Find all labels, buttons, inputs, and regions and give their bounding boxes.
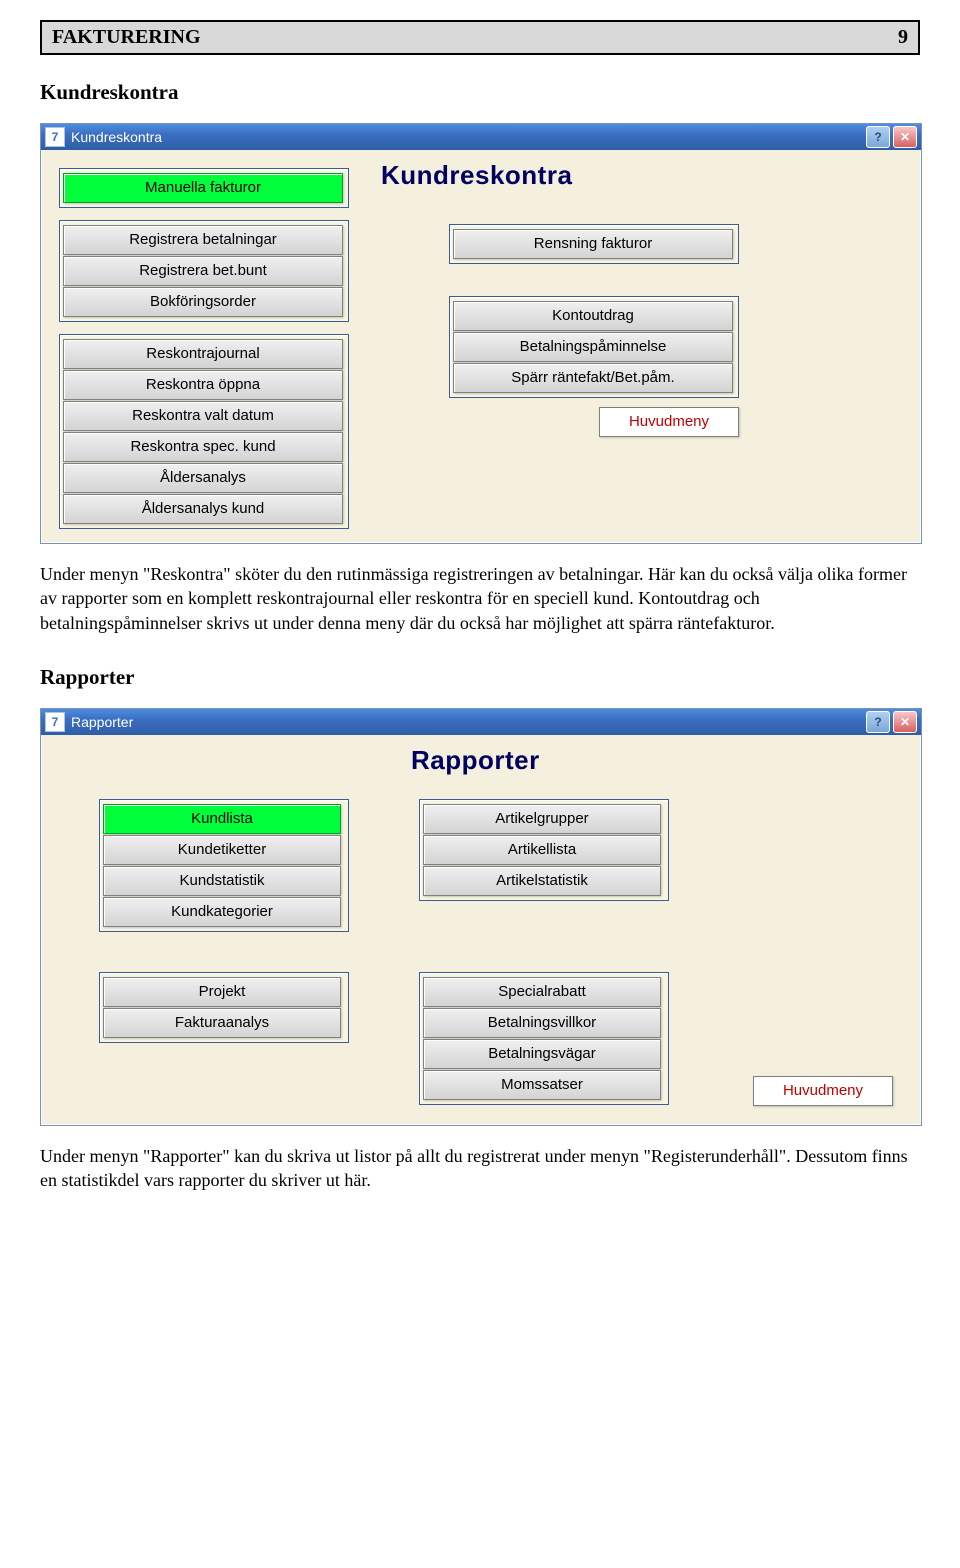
kontoutdrag-button[interactable]: Kontoutdrag (453, 301, 733, 331)
artikellista-button[interactable]: Artikellista (423, 835, 661, 865)
titlebar: 7 Rapporter ? ✕ (41, 709, 921, 735)
aldersanalys-kund-button[interactable]: Åldersanalys kund (63, 494, 343, 524)
window-heading: Kundreskontra (381, 160, 572, 191)
kundstatistik-button[interactable]: Kundstatistik (103, 866, 341, 896)
paragraph-rapporter: Under menyn "Rapporter" kan du skriva ut… (40, 1144, 920, 1193)
button-group-kund: Kundlista Kundetiketter Kundstatistik Ku… (99, 799, 349, 932)
specialrabatt-button[interactable]: Specialrabatt (423, 977, 661, 1007)
reskontrajournal-button[interactable]: Reskontrajournal (63, 339, 343, 369)
app-icon: 7 (45, 712, 65, 732)
button-group-top-right: Rensning fakturor (449, 224, 739, 264)
betalningspaminnelse-button[interactable]: Betalningspåminnelse (453, 332, 733, 362)
button-group-ovrigt: Specialrabatt Betalningsvillkor Betalnin… (419, 972, 669, 1105)
manuella-fakturor-button[interactable]: Manuella fakturor (63, 173, 343, 203)
paragraph-kundreskontra: Under menyn "Reskontra" sköter du den ru… (40, 562, 920, 635)
kundkategorier-button[interactable]: Kundkategorier (103, 897, 341, 927)
bokforingsorder-button[interactable]: Bokföringsorder (63, 287, 343, 317)
artikelgrupper-button[interactable]: Artikelgrupper (423, 804, 661, 834)
registrera-betalningar-button[interactable]: Registrera betalningar (63, 225, 343, 255)
screenshot-kundreskontra: 7 Kundreskontra ? ✕ Kundreskontra Manuel… (40, 123, 922, 544)
window-title: Kundreskontra (71, 129, 863, 145)
window-title: Rapporter (71, 714, 863, 730)
section-title-rapporter: Rapporter (40, 665, 920, 690)
projekt-button[interactable]: Projekt (103, 977, 341, 1007)
help-button[interactable]: ? (866, 126, 890, 148)
document-header: FAKTURERING 9 (40, 20, 920, 55)
fakturaanalys-button[interactable]: Fakturaanalys (103, 1008, 341, 1038)
button-group-bottom-right: Kontoutdrag Betalningspåminnelse Spärr r… (449, 296, 739, 398)
reskontra-oppna-button[interactable]: Reskontra öppna (63, 370, 343, 400)
screenshot-rapporter: 7 Rapporter ? ✕ Rapporter Kundlista Kund… (40, 708, 922, 1126)
close-button[interactable]: ✕ (893, 126, 917, 148)
rensning-fakturor-button[interactable]: Rensning fakturor (453, 229, 733, 259)
kundetiketter-button[interactable]: Kundetiketter (103, 835, 341, 865)
header-page-number: 9 (898, 26, 908, 49)
artikelstatistik-button[interactable]: Artikelstatistik (423, 866, 661, 896)
section-title-kundreskontra: Kundreskontra (40, 80, 920, 105)
registrera-betbunt-button[interactable]: Registrera bet.bunt (63, 256, 343, 286)
button-group-projekt: Projekt Fakturaanalys (99, 972, 349, 1043)
button-group-mid-left: Registrera betalningar Registrera bet.bu… (59, 220, 349, 322)
button-group-artikel: Artikelgrupper Artikellista Artikelstati… (419, 799, 669, 901)
titlebar: 7 Kundreskontra ? ✕ (41, 124, 921, 150)
window-heading: Rapporter (411, 745, 540, 776)
button-group-bottom-left: Reskontrajournal Reskontra öppna Reskont… (59, 334, 349, 529)
close-button[interactable]: ✕ (893, 711, 917, 733)
betalningsvillkor-button[interactable]: Betalningsvillkor (423, 1008, 661, 1038)
momssatser-button[interactable]: Momssatser (423, 1070, 661, 1100)
app-icon: 7 (45, 127, 65, 147)
betalningsvagar-button[interactable]: Betalningsvägar (423, 1039, 661, 1069)
reskontra-valt-datum-button[interactable]: Reskontra valt datum (63, 401, 343, 431)
sparr-rantefakt-button[interactable]: Spärr räntefakt/Bet.påm. (453, 363, 733, 393)
button-group-top-left: Manuella fakturor (59, 168, 349, 208)
header-title: FAKTURERING (52, 26, 201, 49)
aldersanalys-button[interactable]: Åldersanalys (63, 463, 343, 493)
kundlista-button[interactable]: Kundlista (103, 804, 341, 834)
reskontra-spec-kund-button[interactable]: Reskontra spec. kund (63, 432, 343, 462)
help-button[interactable]: ? (866, 711, 890, 733)
huvudmeny-button[interactable]: Huvudmeny (599, 407, 739, 437)
huvudmeny-button[interactable]: Huvudmeny (753, 1076, 893, 1106)
